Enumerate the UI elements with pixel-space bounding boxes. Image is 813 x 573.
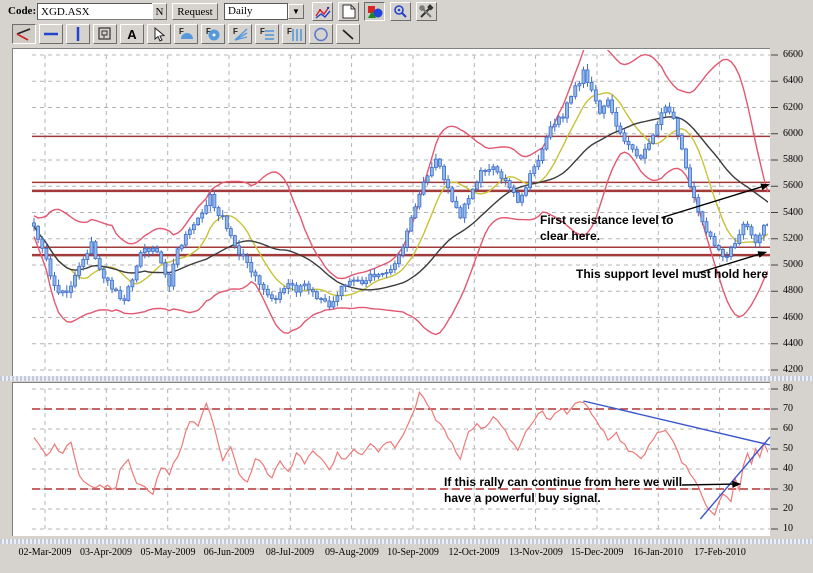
x-axis-label: 02-Mar-2009 (18, 547, 71, 558)
x-axis-label: 06-Jun-2009 (204, 547, 255, 558)
text-tool-label: A (127, 27, 136, 42)
toolbar-drawing: A F F F F F (0, 23, 813, 46)
x-axis-label: 15-Dec-2009 (571, 547, 624, 558)
x-axis-label: 12-Oct-2009 (448, 547, 499, 558)
price-axis-label: 4800 (783, 285, 803, 296)
period-dropdown-arrow[interactable]: ▼ (288, 4, 304, 19)
horizontal-line-icon (42, 27, 60, 41)
text-tool-button[interactable]: A (120, 24, 144, 44)
tools-button[interactable] (416, 2, 437, 21)
price-axis-label: 4400 (783, 338, 803, 349)
line-segment-icon (341, 28, 355, 41)
code-label: Code: (8, 5, 36, 17)
fibonacci-circle-tool-button[interactable]: F (201, 24, 225, 44)
x-axis-label: 17-Feb-2010 (694, 547, 746, 558)
svg-text:F: F (260, 27, 265, 36)
trendline-tool-button[interactable] (12, 24, 36, 44)
price-chart-button[interactable] (312, 2, 333, 21)
price-axis-label: 5800 (783, 154, 803, 165)
x-axis-label: 10-Sep-2009 (387, 547, 439, 558)
indicator-axis-label: 70 (783, 403, 793, 414)
x-axis-label: 09-Aug-2009 (325, 547, 379, 558)
price-axis-label: 6600 (783, 49, 803, 60)
vertical-line-icon (69, 26, 87, 42)
fibonacci-arc-icon: F (178, 27, 194, 42)
line-tool-button[interactable] (336, 24, 360, 44)
code-input[interactable] (37, 3, 153, 20)
fibonacci-timezone-tool-button[interactable]: F (282, 24, 306, 44)
price-axis-label: 5200 (783, 233, 803, 244)
x-axis-label: 16-Jan-2010 (633, 547, 683, 558)
fibonacci-fan-tool-button[interactable]: F (228, 24, 252, 44)
callout-tool-button[interactable] (93, 24, 117, 44)
toolbar-main: Code: N Request Daily ▼ (0, 0, 813, 23)
pointer-icon (153, 27, 165, 42)
pointer-tool-button[interactable] (147, 24, 171, 44)
fibonacci-circle-icon: F (205, 27, 221, 42)
price-axis-label: 5600 (783, 180, 803, 191)
zoom-icon (393, 4, 408, 19)
fibonacci-retracement-tool-button[interactable]: F (255, 24, 279, 44)
period-dropdown[interactable]: Daily (224, 3, 288, 20)
indicator-axis-label: 80 (783, 383, 793, 394)
fibonacci-arc-tool-button[interactable]: F (174, 24, 198, 44)
price-axis-label: 6000 (783, 128, 803, 139)
zoom-button[interactable] (390, 2, 411, 21)
indicator-axis-label: 30 (783, 483, 793, 494)
display-shapes-button[interactable] (364, 2, 385, 21)
indicator-axis-label: 10 (783, 523, 793, 534)
price-chart-icon (315, 5, 331, 19)
x-axis-label: 03-Apr-2009 (80, 547, 132, 558)
fibonacci-retracement-icon: F (259, 27, 275, 42)
rally-annotation: If this rally can continue from here we … (444, 474, 682, 506)
x-axis-label: 13-Nov-2009 (509, 547, 563, 558)
svg-text:F: F (233, 27, 238, 36)
display-shapes-icon (367, 5, 383, 19)
panel-splitter[interactable] (0, 376, 813, 381)
ellipse-icon (313, 27, 329, 42)
resistance-annotation: First resistance level to clear here. (540, 212, 673, 244)
price-axis-label: 4200 (783, 364, 803, 375)
callout-icon (98, 27, 112, 41)
support-annotation: This support level must hold here (576, 266, 768, 282)
n-button[interactable]: N (152, 3, 167, 20)
request-button[interactable]: Request (172, 3, 218, 20)
indicator-axis-label: 20 (783, 503, 793, 514)
vertical-line-tool-button[interactable] (66, 24, 90, 44)
x-axis-label: 05-May-2009 (141, 547, 196, 558)
ellipse-tool-button[interactable] (309, 24, 333, 44)
indicator-chart-panel[interactable] (12, 382, 770, 536)
new-page-icon (342, 4, 356, 19)
horizontal-line-tool-button[interactable] (39, 24, 63, 44)
indicator-axis-label: 60 (783, 423, 793, 434)
price-axis-label: 5400 (783, 207, 803, 218)
indicator-axis-label: 40 (783, 463, 793, 474)
price-axis-label: 6400 (783, 75, 803, 86)
price-axis-label: 6200 (783, 102, 803, 113)
charting-app-window: { "window": { "bg_color": "#d6d3ce" }, "… (0, 0, 813, 573)
x-axis-label: 08-Jul-2009 (266, 547, 314, 558)
indicator-axis-label: 50 (783, 443, 793, 454)
trendline-icon (15, 27, 33, 41)
panel-splitter-bottom[interactable] (0, 539, 813, 544)
fibonacci-fan-icon: F (232, 27, 248, 42)
price-axis-label: 4600 (783, 312, 803, 323)
fibonacci-timezone-icon: F (286, 27, 302, 42)
tools-icon (419, 4, 434, 19)
svg-text:F: F (287, 27, 292, 36)
new-page-button[interactable] (338, 2, 359, 21)
price-axis-label: 5000 (783, 259, 803, 270)
